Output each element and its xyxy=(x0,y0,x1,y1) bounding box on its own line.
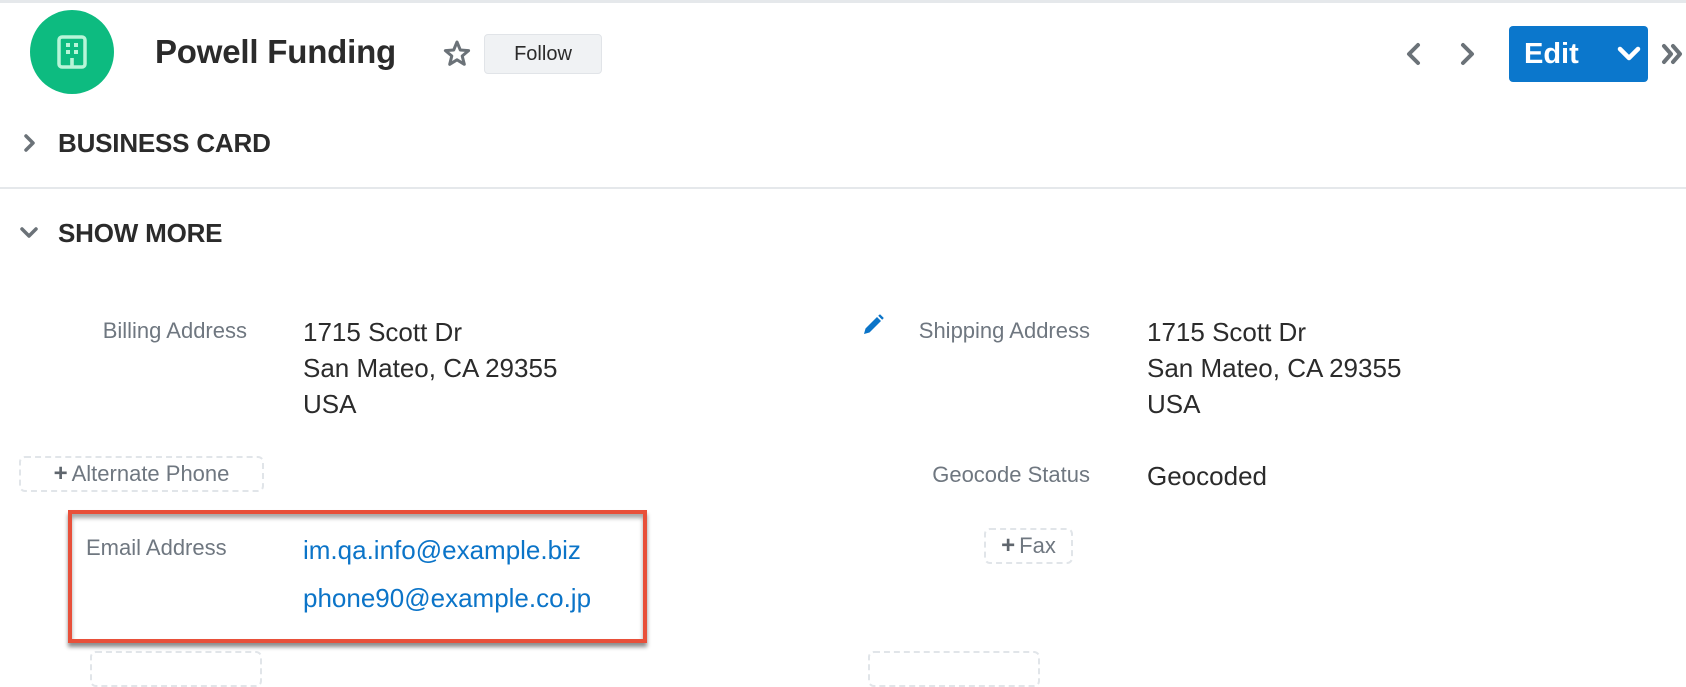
add-field-button-partial[interactable] xyxy=(90,651,262,687)
building-icon xyxy=(57,35,87,69)
plus-icon: + xyxy=(53,460,68,487)
geocode-status-label: Geocode Status xyxy=(932,462,1090,487)
add-fax-label: Fax xyxy=(1019,533,1056,558)
shipping-address-line: USA xyxy=(1147,389,1201,419)
email-link[interactable]: phone90@example.co.jp xyxy=(303,574,591,622)
chevron-right-icon xyxy=(14,128,44,158)
chevron-down-icon xyxy=(1617,46,1640,61)
pencil-icon xyxy=(864,314,884,334)
shipping-address-line: San Mateo, CA 29355 xyxy=(1147,353,1402,383)
billing-address-line: USA xyxy=(303,389,357,419)
panel-show-more-label: SHOW MORE xyxy=(58,217,223,248)
add-alternate-phone-button[interactable]: + Alternate Phone xyxy=(19,456,264,492)
toggle-sidebar-button[interactable] xyxy=(1660,40,1686,68)
panel-business-card-toggle[interactable]: BUSINESS CARD xyxy=(14,123,271,163)
email-address-label: Email Address xyxy=(86,535,227,560)
edit-button[interactable]: Edit xyxy=(1509,26,1609,82)
star-outline-icon xyxy=(443,40,471,66)
panel-business-card-label: BUSINESS CARD xyxy=(58,127,271,158)
email-address-value: im.qa.info@example.biz phone90@example.c… xyxy=(303,526,591,622)
billing-address-line: San Mateo, CA 29355 xyxy=(303,353,558,383)
next-record-button[interactable] xyxy=(1455,38,1479,70)
double-chevron-right-icon xyxy=(1662,44,1682,64)
follow-button[interactable]: Follow xyxy=(484,34,602,74)
panel-show-more-toggle[interactable]: SHOW MORE xyxy=(14,213,223,253)
shipping-address-value[interactable]: 1715 Scott Dr San Mateo, CA 29355 USA xyxy=(1147,314,1401,422)
billing-address-label: Billing Address xyxy=(102,318,247,343)
favorite-star-button[interactable] xyxy=(441,38,473,70)
plus-icon: + xyxy=(1001,532,1016,559)
billing-address-value[interactable]: 1715 Scott Dr San Mateo, CA 29355 USA xyxy=(303,314,557,422)
add-alternate-phone-label: Alternate Phone xyxy=(71,461,230,486)
chevron-right-icon xyxy=(1461,43,1474,65)
record-title: Powell Funding xyxy=(155,33,397,70)
shipping-address-label: Shipping Address xyxy=(918,318,1090,343)
edit-actions-dropdown[interactable] xyxy=(1609,26,1648,82)
geocode-status-value: Geocoded xyxy=(1147,461,1267,491)
edit-shipping-address-button[interactable] xyxy=(862,314,884,336)
add-fax-button[interactable]: + Fax xyxy=(984,528,1073,564)
panel-divider xyxy=(0,187,1686,189)
record-avatar xyxy=(30,10,114,94)
add-field-button-partial[interactable] xyxy=(868,651,1040,687)
chevron-left-icon xyxy=(1407,43,1420,65)
edit-button-group: Edit xyxy=(1509,26,1648,82)
chevron-down-icon xyxy=(14,218,44,248)
top-border xyxy=(0,0,1686,3)
shipping-address-line: 1715 Scott Dr xyxy=(1147,317,1306,347)
billing-address-line: 1715 Scott Dr xyxy=(303,317,462,347)
previous-record-button[interactable] xyxy=(1402,38,1426,70)
email-link[interactable]: im.qa.info@example.biz xyxy=(303,526,591,574)
